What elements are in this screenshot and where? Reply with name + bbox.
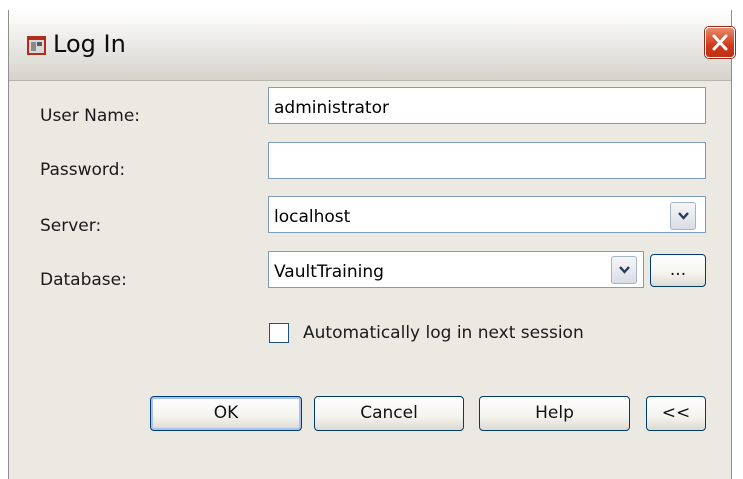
password-label: Password: xyxy=(40,160,126,180)
database-combobox[interactable]: VaultTraining xyxy=(268,251,644,288)
browse-label: ... xyxy=(669,260,687,280)
vault-app-icon xyxy=(27,36,46,55)
database-dropdown-button[interactable] xyxy=(611,256,637,284)
help-label: Help xyxy=(535,403,574,423)
cancel-label: Cancel xyxy=(360,403,418,423)
chevron-down-icon xyxy=(678,212,689,220)
browse-database-button[interactable]: ... xyxy=(650,254,706,287)
auto-login-label: Automatically log in next session xyxy=(303,323,584,343)
database-value: VaultTraining xyxy=(274,262,384,282)
title-bar[interactable]: Log In xyxy=(9,10,735,81)
collapse-options-button[interactable]: << xyxy=(646,396,706,431)
server-dropdown-button[interactable] xyxy=(670,202,696,230)
chevron-down-icon xyxy=(619,266,630,274)
server-value: localhost xyxy=(274,207,351,227)
ok-button[interactable]: OK xyxy=(150,396,302,431)
password-input[interactable] xyxy=(268,142,706,179)
username-label: User Name: xyxy=(40,106,141,126)
database-label: Database: xyxy=(40,270,127,290)
close-icon xyxy=(712,34,728,51)
cancel-button[interactable]: Cancel xyxy=(314,396,464,431)
close-button[interactable] xyxy=(705,27,735,58)
username-input[interactable]: administrator xyxy=(268,87,706,124)
collapse-label: << xyxy=(661,403,691,423)
ok-label: OK xyxy=(213,403,239,423)
help-button[interactable]: Help xyxy=(479,396,630,431)
server-combobox[interactable]: localhost xyxy=(268,196,706,233)
window-title: Log In xyxy=(53,30,126,58)
login-dialog: Log In User Name: administrator Password… xyxy=(8,10,735,479)
auto-login-checkbox[interactable] xyxy=(269,323,289,343)
server-label: Server: xyxy=(40,216,102,236)
